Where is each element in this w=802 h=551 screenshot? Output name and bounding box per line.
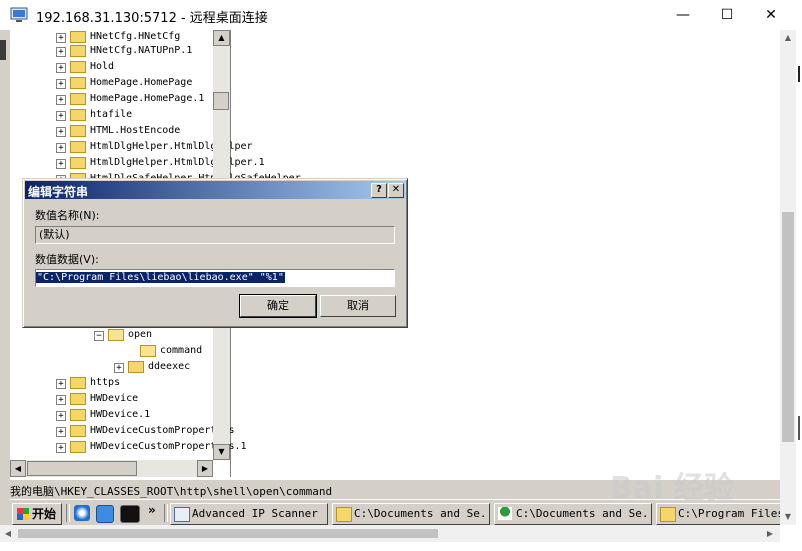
- expand-icon[interactable]: +: [56, 443, 66, 453]
- expand-icon[interactable]: +: [56, 33, 66, 43]
- registry-path: 我的电脑\HKEY_CLASSES_ROOT\http\shell\open\c…: [10, 485, 333, 498]
- value-name-label: 数值名称(N):: [35, 209, 100, 222]
- tree-item-label: htafile: [90, 109, 133, 120]
- open-folder-icon: [108, 329, 124, 341]
- scroll-left-arrow[interactable]: ◀: [0, 525, 16, 542]
- value-data-input[interactable]: "C:\Program Files\liebao\liebao.exe" "%1…: [35, 269, 395, 287]
- task-advanced-ip-scanner[interactable]: Advanced IP Scanner: [170, 503, 328, 525]
- tree-hscroll-thumb[interactable]: [27, 461, 137, 476]
- value-name-field: (默认): [35, 226, 395, 244]
- tree-item-label: ddeexec: [148, 361, 191, 372]
- tree-item-label: open: [128, 329, 153, 340]
- expand-icon[interactable]: +: [56, 95, 66, 105]
- dialog-close-button[interactable]: ✕: [388, 183, 404, 198]
- folder-icon: [70, 77, 86, 89]
- remote-desktop-icon: [10, 7, 28, 22]
- expand-icon[interactable]: +: [56, 47, 66, 57]
- folder-icon: [70, 141, 86, 153]
- scroll-right-arrow[interactable]: ▶: [762, 525, 778, 542]
- tree-item-label: HNetCfg.NATUPnP.1: [90, 45, 193, 56]
- edit-string-dialog: 编辑字符串 ? ✕ 数值名称(N): (默认) 数值数据(V): "C:\Pro…: [22, 178, 408, 328]
- folder-icon: [70, 377, 86, 389]
- minimize-button[interactable]: —: [660, 0, 706, 30]
- tree-item-label: HtmlDlgHelper.HtmlDlgHelper.1: [90, 157, 265, 168]
- folder-icon: [70, 409, 86, 421]
- expand-icon[interactable]: +: [56, 127, 66, 137]
- window-title: 192.168.31.130:5712 - 远程桌面连接: [36, 11, 268, 26]
- left-border: [0, 30, 10, 525]
- folder-icon: [70, 157, 86, 169]
- collapse-icon[interactable]: −: [94, 331, 104, 341]
- taskbar-separator: [164, 504, 168, 522]
- tree-item-label: https: [90, 377, 121, 388]
- expand-icon[interactable]: +: [56, 379, 66, 389]
- start-label: 开始: [32, 507, 57, 521]
- tree-scroll-thumb[interactable]: [213, 92, 229, 110]
- scroll-down-arrow[interactable]: ▼: [213, 444, 230, 460]
- expand-icon[interactable]: +: [114, 363, 124, 373]
- cmd-icon[interactable]: [120, 505, 140, 523]
- rdp-title-bar: 192.168.31.130:5712 - 远程桌面连接 — ☐ ✕: [0, 0, 802, 30]
- tree-item-label: Hold: [90, 61, 115, 72]
- scroll-up-arrow[interactable]: ▲: [780, 30, 796, 46]
- task-explorer-1[interactable]: C:\Documents and Se...: [332, 503, 490, 525]
- tree-item-label: HomePage.HomePage: [90, 77, 193, 88]
- folder-icon: [70, 109, 86, 121]
- more-quicklaunch-chevron-icon[interactable]: »: [148, 503, 156, 517]
- rdp-vertical-scrollbar[interactable]: ▲ ▼: [780, 30, 796, 525]
- windows-logo-icon: [17, 508, 29, 520]
- expand-icon[interactable]: +: [56, 79, 66, 89]
- folder-icon: [70, 425, 86, 437]
- rdp-scroll-thumb[interactable]: [782, 212, 794, 442]
- folder-icon: [70, 125, 86, 137]
- tree-item-label: HWDevice: [90, 393, 139, 404]
- scroll-right-arrow[interactable]: ▶: [197, 460, 213, 477]
- rdp-hscroll-thumb[interactable]: [18, 529, 438, 538]
- tree-item-label: command: [160, 345, 203, 356]
- folder-icon: [336, 507, 352, 522]
- dialog-title: 编辑字符串: [28, 185, 89, 199]
- folder-icon: [70, 45, 86, 57]
- right-border: [796, 30, 802, 525]
- expand-icon[interactable]: +: [56, 63, 66, 73]
- scroll-left-arrow[interactable]: ◀: [10, 460, 26, 477]
- help-button[interactable]: ?: [371, 183, 387, 198]
- folder-icon: [70, 31, 86, 43]
- cancel-button[interactable]: 取消: [320, 295, 396, 317]
- expand-icon[interactable]: +: [56, 395, 66, 405]
- tree-item-label: HomePage.HomePage.1: [90, 93, 205, 104]
- scroll-up-arrow[interactable]: ▲: [213, 30, 230, 46]
- tree-item-label: HNetCfg.HNetCfg: [90, 31, 181, 42]
- maximize-button[interactable]: ☐: [704, 0, 750, 30]
- watermark: Bai 经验: [610, 471, 734, 506]
- start-button[interactable]: 开始: [12, 503, 62, 525]
- expand-icon[interactable]: +: [56, 111, 66, 121]
- expand-icon[interactable]: +: [56, 159, 66, 169]
- folder-icon: [128, 361, 144, 373]
- rdp-horizontal-scrollbar[interactable]: ◀ ▶: [0, 525, 780, 542]
- dialog-title-bar[interactable]: 编辑字符串 ? ✕: [25, 181, 405, 199]
- tree-item-label: HTML.HostEncode: [90, 125, 181, 136]
- tree-item-label: HWDevice.1: [90, 409, 151, 420]
- tree-horizontal-scrollbar[interactable]: ◀ ▶: [10, 460, 213, 477]
- folder-icon: [70, 393, 86, 405]
- folder-icon: [660, 507, 676, 522]
- folder-icon: [70, 441, 86, 453]
- ie-icon[interactable]: [74, 505, 90, 521]
- open-folder-icon: [140, 345, 156, 357]
- taskbar-separator: [66, 504, 70, 522]
- network-scanner-icon: [174, 507, 190, 522]
- ok-button[interactable]: 确定: [239, 294, 317, 318]
- expand-icon[interactable]: +: [56, 411, 66, 421]
- value-data-label: 数值数据(V):: [35, 253, 99, 266]
- folder-icon: [70, 93, 86, 105]
- expand-icon[interactable]: +: [56, 427, 66, 437]
- scroll-down-arrow[interactable]: ▼: [780, 509, 796, 525]
- folder-icon: [70, 61, 86, 73]
- expand-icon[interactable]: +: [56, 143, 66, 153]
- tree-icon: [498, 507, 512, 520]
- close-button[interactable]: ✕: [748, 0, 794, 30]
- show-desktop-icon[interactable]: [96, 505, 114, 523]
